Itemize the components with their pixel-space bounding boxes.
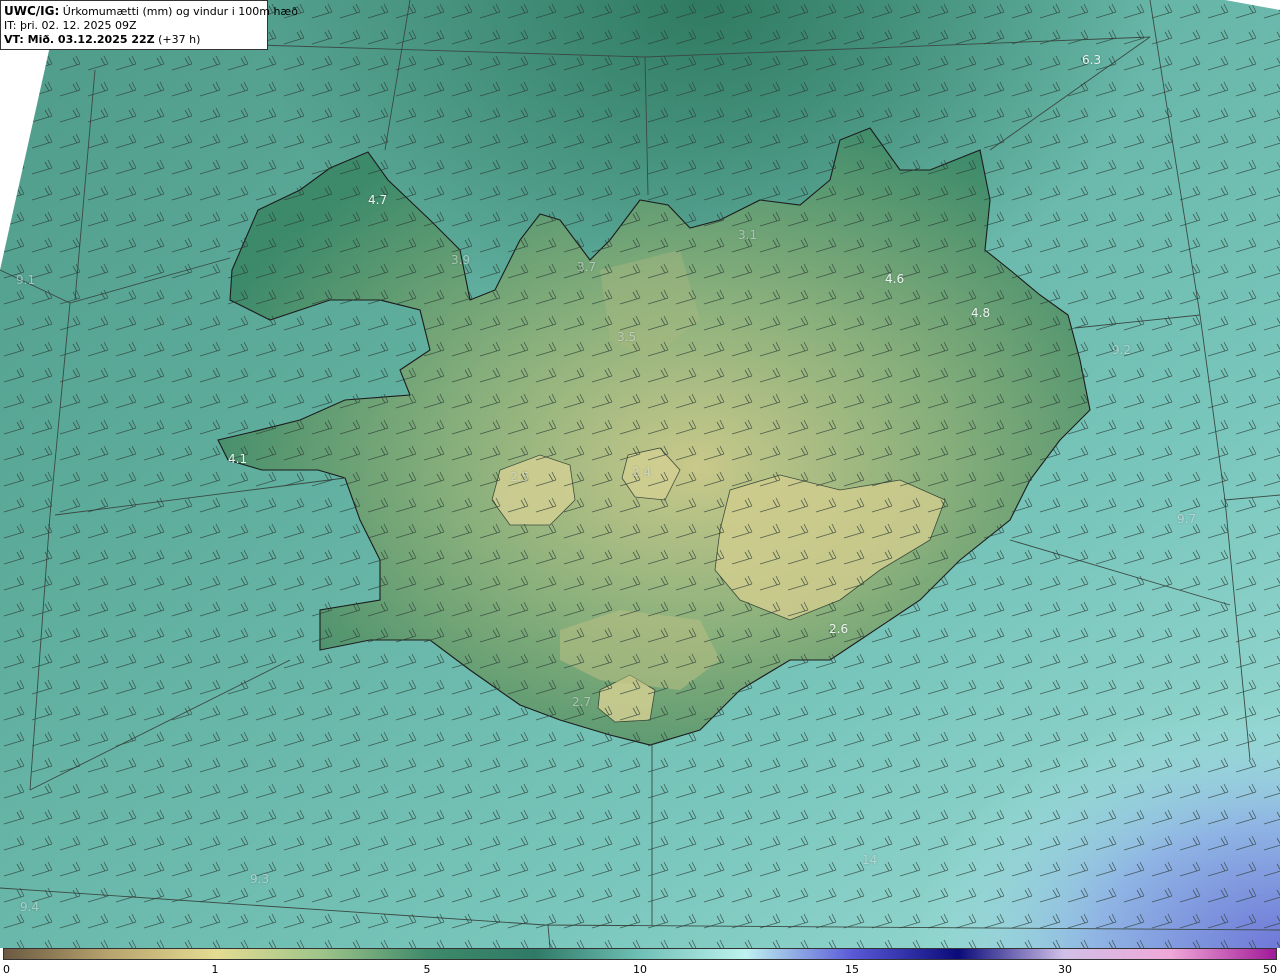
colorbar-tick-label: 0 [3, 963, 10, 976]
map-value-label: 2.5 [510, 470, 530, 484]
map-value-label: 9.3 [250, 872, 270, 886]
chart-header: UWC/IG: Úrkomumætti (mm) og vindur i 100… [0, 0, 298, 50]
colorbar-tick-label: 50 [1263, 963, 1277, 976]
map-value-label: 9.2 [1112, 343, 1132, 357]
map-value-label: 4.8 [971, 306, 991, 320]
field-title: Úrkomumætti (mm) og vindur i 100m hæð [62, 5, 298, 18]
map-value-label: 2.4 [632, 465, 652, 479]
map-value-label: 4.7 [368, 193, 388, 207]
map-value-label: 3.7 [577, 260, 597, 274]
colorbar-strip [3, 948, 1277, 960]
map-value-label: 2.6 [829, 622, 849, 636]
map-value-label: 2.7 [572, 695, 592, 709]
init-time: IT: þri. 02. 12. 2025 09Z [4, 19, 137, 32]
map-value-label: 14 [862, 853, 878, 867]
map-value-label: 4.1 [228, 452, 248, 466]
map-value-label: 6.3 [1082, 53, 1102, 67]
map-value-label: 9.1 [16, 273, 36, 287]
map-value-label: 4.6 [885, 272, 905, 286]
colorbar-tick-label: 5 [423, 963, 431, 976]
valid-time: VT: Mið. 03.12.2025 22Z [4, 33, 155, 46]
lead-time: (+37 h) [158, 33, 201, 46]
colorbar-tick-label: 15 [845, 963, 859, 976]
map-value-label: 9.7 [1177, 512, 1197, 526]
colorbar: 0 1 5 10 15 30 50 [0, 948, 1280, 978]
map-value-label: 3.1 [738, 228, 758, 242]
forecast-map: 4.7 6.3 3.9 3.7 3.1 4.6 4.8 3.5 4.1 2.5 2.4 2.6 2.7 9… [0, 0, 1280, 948]
map-value-label: 9.4 [20, 900, 40, 914]
colorbar-tick-label: 1 [211, 963, 219, 976]
colorbar-tick-label: 10 [633, 963, 647, 976]
map-value-label: 3.5 [617, 330, 637, 344]
model-code: UWC/IG: [4, 4, 60, 18]
colorbar-tick-label: 30 [1058, 963, 1072, 976]
valid-time-line: VT: Mið. 03.12.2025 22Z (+37 h) [4, 33, 264, 47]
map-value-label: 3.9 [451, 253, 471, 267]
header-title-line: UWC/IG: Úrkomumætti (mm) og vindur i 100… [4, 4, 298, 19]
